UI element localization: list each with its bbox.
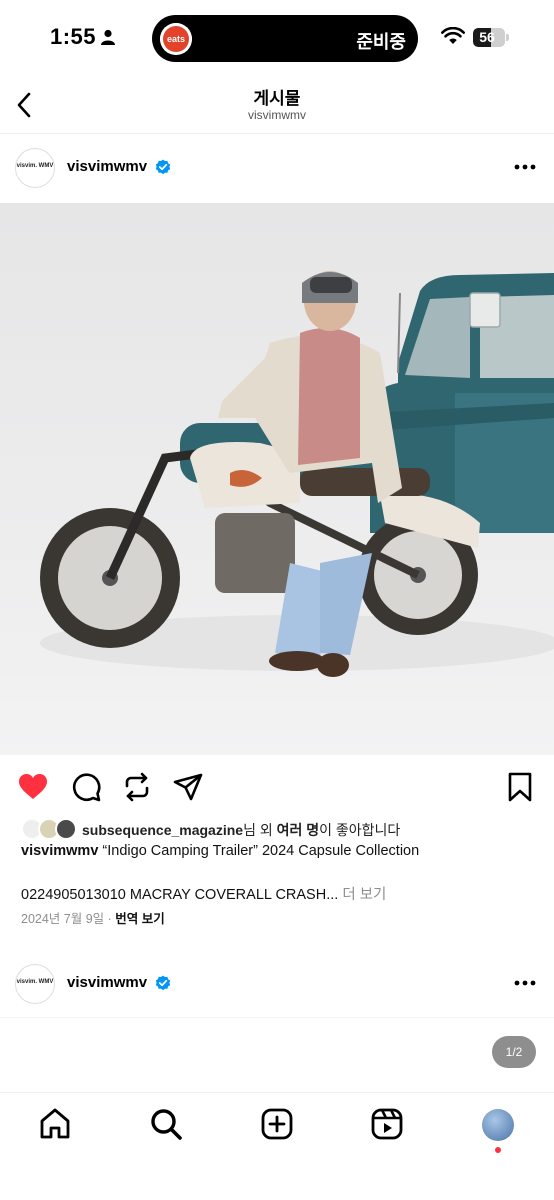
caption-body: 0224905013010 MACRAY COVERALL CRASH... 더… <box>21 883 386 904</box>
page-subtitle[interactable]: visvimwmv <box>0 108 554 122</box>
likes-suffix: 님 외 <box>243 822 277 838</box>
more-link[interactable]: 더 보기 <box>338 887 386 903</box>
likes-suffix: 이 좋아합니다 <box>319 822 401 838</box>
avatar[interactable]: visvim. WMV <box>15 148 55 188</box>
island-app-label: eats <box>166 34 185 44</box>
search-icon[interactable] <box>149 1107 183 1141</box>
island-status: 준비중 <box>356 32 406 52</box>
wifi-icon <box>441 27 465 44</box>
post-actions <box>0 755 554 819</box>
translate-link[interactable]: 번역 보기 <box>115 912 164 926</box>
avatar-logo: visvim. WMV <box>16 979 54 985</box>
more-icon[interactable] <box>514 164 536 170</box>
status-bar: 1:55 eats 준비중 56 <box>0 0 554 76</box>
post-username[interactable]: visvimwmv <box>67 974 147 991</box>
post-date: 2024년 7월 9일 <box>21 912 105 926</box>
page-indicator: 1/2 <box>492 1036 536 1068</box>
share-icon[interactable] <box>172 771 204 803</box>
caption-username[interactable]: visvimwmv <box>21 843 98 859</box>
home-icon[interactable] <box>38 1107 72 1141</box>
likes-text[interactable]: subsequence_magazine님 외 여러 명이 좋아합니다 <box>82 820 400 840</box>
post-photo-illustration <box>0 203 554 755</box>
bookmark-icon[interactable] <box>504 771 536 803</box>
liked-by-many[interactable]: 여러 명 <box>277 822 320 838</box>
liker-avatar <box>55 818 77 840</box>
battery-indicator: 56 <box>473 28 509 47</box>
post-meta: 2024년 7월 9일 · 번역 보기 <box>21 908 165 927</box>
verified-icon <box>155 975 171 991</box>
post-header: visvim. WMV visvimwmv <box>0 134 554 202</box>
verified-icon <box>155 159 171 175</box>
reels-icon[interactable] <box>370 1107 404 1141</box>
avatar[interactable]: visvim. WMV <box>15 964 55 1004</box>
next-post-header: visvim. WMV visvimwmv <box>0 950 554 1018</box>
post-username[interactable]: visvimwmv <box>67 158 147 175</box>
repost-icon[interactable] <box>121 771 153 803</box>
liked-by-user[interactable]: subsequence_magazine <box>82 822 243 838</box>
heart-icon[interactable] <box>17 771 49 803</box>
person-icon <box>101 29 115 45</box>
page-title: 게시물 <box>253 89 301 108</box>
battery-level: 56 <box>479 29 495 45</box>
top-header: 게시물 visvimwmv <box>0 76 554 134</box>
likes-row[interactable]: subsequence_magazine님 외 여러 명이 좋아합니다 <box>0 818 554 840</box>
caption-text: “Indigo Camping Trailer” 2024 Capsule Co… <box>98 843 420 859</box>
profile-avatar[interactable] <box>482 1109 514 1141</box>
dynamic-island[interactable]: eats 준비중 <box>152 15 418 62</box>
caption: visvimwmv “Indigo Camping Trailer” 2024 … <box>21 843 419 859</box>
coupang-eats-icon: eats <box>160 23 192 55</box>
meta-separator: · <box>104 912 116 926</box>
post-image[interactable] <box>0 203 554 755</box>
caption-line2: 0224905013010 MACRAY COVERALL CRASH... <box>21 887 339 903</box>
more-icon[interactable] <box>514 980 536 986</box>
avatar-logo: visvim. WMV <box>16 163 54 169</box>
create-icon[interactable] <box>260 1107 294 1141</box>
bottom-nav <box>0 1092 554 1200</box>
status-time: 1:55 <box>50 24 97 49</box>
comment-icon[interactable] <box>70 771 102 803</box>
notification-dot <box>495 1147 501 1153</box>
